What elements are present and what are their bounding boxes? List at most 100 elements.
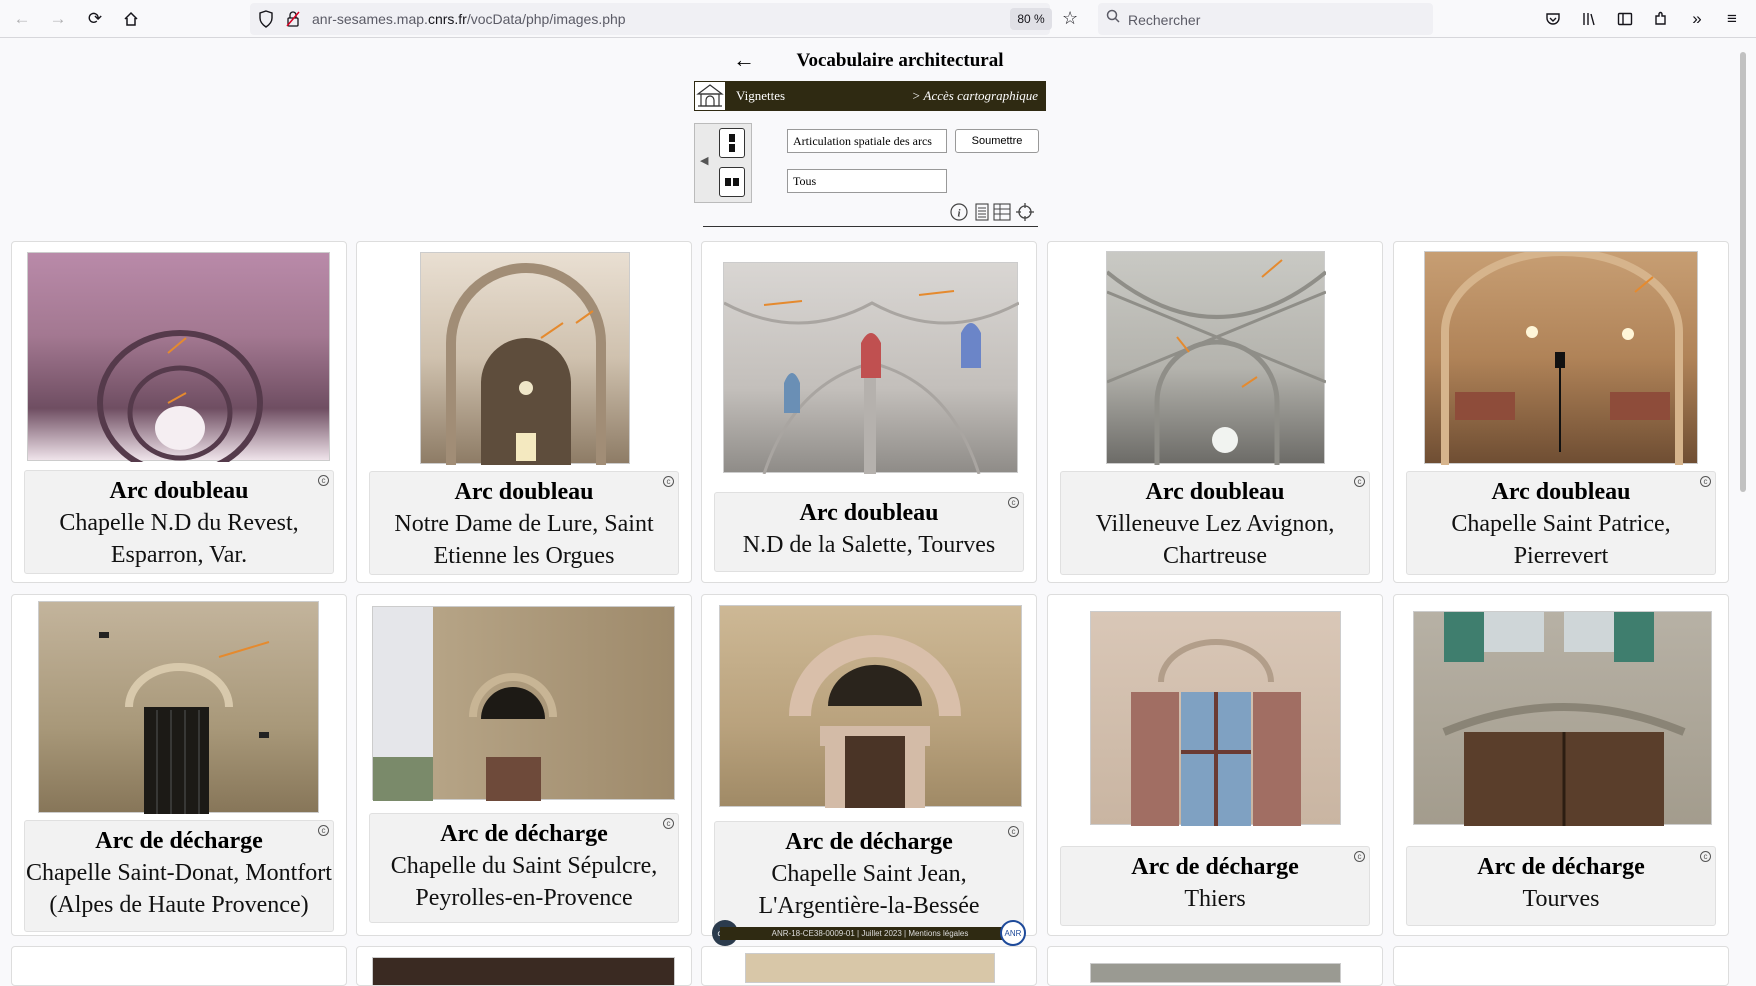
photo-thumbnail[interactable] (1090, 611, 1341, 826)
category-field[interactable]: Articulation spatiale des arcs (787, 129, 947, 153)
photo-thumbnail[interactable] (372, 957, 675, 985)
thumbnails-label[interactable]: Vignettes (736, 88, 785, 104)
card-subtitle: Chapelle du Saint Sépulcre, Peyrolles-en… (390, 853, 658, 911)
photo-thumbnail[interactable] (1105, 251, 1328, 465)
reload-icon[interactable]: ⟳ (81, 5, 109, 33)
search-icon (1106, 9, 1120, 27)
image-card[interactable]: c Arc doubleau Chapelle N.D du Revest, E… (11, 241, 347, 583)
url-bar[interactable]: anr-sesames.map.cnrs.fr/vocData/php/imag… (250, 3, 1078, 35)
copyright-icon[interactable]: c (318, 825, 329, 836)
copyright-icon[interactable]: c (1354, 851, 1365, 862)
image-card[interactable] (1393, 946, 1729, 986)
image-card[interactable]: c Arc de décharge Chapelle Saint-Donat, … (11, 594, 347, 936)
card-title: Arc doubleau (1491, 479, 1631, 505)
insecure-lock-icon[interactable] (286, 11, 300, 32)
browser-toolbar: ← → ⟳ anr-sesames.map.cnrs.fr/vocData/ph… (0, 0, 1756, 38)
copyright-icon[interactable]: c (663, 476, 674, 487)
single-column-view-button[interactable] (719, 128, 745, 158)
zoom-level[interactable]: 80 % (1010, 8, 1052, 30)
page-title: Vocabulaire architectural (796, 50, 1004, 71)
copyright-icon[interactable]: c (663, 818, 674, 829)
submit-button[interactable]: Soumettre (955, 129, 1039, 153)
collapse-triangle-icon[interactable]: ◀ (700, 154, 708, 167)
copyright-icon[interactable]: c (1008, 826, 1019, 837)
library-icon[interactable] (1575, 5, 1603, 33)
locate-crosshair-icon[interactable] (1016, 203, 1034, 221)
card-caption: c Arc de décharge Chapelle du Saint Sépu… (369, 813, 679, 923)
card-title: Arc doubleau (799, 500, 939, 526)
card-subtitle: Chapelle Saint Patrice, Pierrevert (1451, 511, 1671, 569)
copyright-icon[interactable]: c (318, 475, 329, 486)
card-caption: c Arc doubleau Notre Dame de Lure, Saint… (369, 471, 679, 575)
image-card[interactable]: c Arc de décharge Chapelle Saint Jean, L… (701, 594, 1037, 936)
card-subtitle: Villeneuve Lez Avignon, Chartreuse (1095, 511, 1335, 569)
image-card[interactable]: c Arc doubleau Chapelle Saint Patrice, P… (1393, 241, 1729, 583)
card-caption: c Arc de décharge Chapelle Saint Jean, L… (714, 821, 1024, 929)
card-caption: c Arc de décharge Chapelle Saint-Donat, … (24, 820, 334, 932)
image-card[interactable] (11, 946, 347, 986)
info-icon[interactable]: i (950, 203, 968, 221)
copyright-icon[interactable]: c (1700, 476, 1711, 487)
image-card[interactable] (356, 946, 692, 986)
card-subtitle: Thiers (1184, 886, 1246, 912)
page-scrollbar[interactable] (1738, 40, 1748, 968)
card-caption: c Arc doubleau Villeneuve Lez Avignon, C… (1060, 471, 1370, 575)
pocket-icon[interactable] (1539, 5, 1567, 33)
image-card[interactable]: c Arc de décharge Tourves (1393, 594, 1729, 936)
card-title: Arc doubleau (109, 478, 249, 504)
card-caption: c Arc de décharge Tourves (1406, 846, 1716, 926)
photo-thumbnail[interactable] (27, 252, 330, 476)
card-title: Arc doubleau (454, 479, 594, 505)
scroll-thumb[interactable] (1740, 52, 1746, 492)
forward-arrow-icon[interactable]: → (44, 5, 72, 33)
extensions-icon[interactable] (1647, 5, 1675, 33)
back-arrow-icon[interactable]: ← (8, 5, 36, 33)
filter-field[interactable]: Tous (787, 169, 947, 193)
nav-banner: Vignettes > Accès cartographique (694, 81, 1046, 111)
card-subtitle: Chapelle Saint Jean, L'Argentière-la-Bes… (758, 861, 980, 919)
site-logo[interactable] (694, 81, 726, 111)
card-title: Arc de décharge (440, 821, 608, 847)
copyright-icon[interactable]: c (1700, 851, 1711, 862)
sidebar-icon[interactable] (1611, 5, 1639, 33)
footer-bar[interactable]: ANR-18-CE38-0009-01 | Juillet 2023 | Men… (720, 927, 1020, 940)
search-placeholder: Rechercher (1128, 12, 1201, 28)
search-bar[interactable]: Rechercher (1098, 3, 1433, 35)
card-subtitle: Tourves (1522, 886, 1600, 912)
map-access-link[interactable]: > Accès cartographique (912, 88, 1038, 104)
image-card[interactable]: c Arc doubleau Villeneuve Lez Avignon, C… (1047, 241, 1383, 583)
card-title: Arc doubleau (1145, 479, 1285, 505)
menu-icon[interactable]: ≡ (1718, 5, 1746, 33)
photo-thumbnail[interactable] (1090, 963, 1341, 983)
photo-thumbnail[interactable] (745, 953, 995, 983)
photo-thumbnail[interactable] (1413, 611, 1712, 826)
card-subtitle: N.D de la Salette, Tourves (742, 532, 996, 558)
photo-thumbnail[interactable] (719, 605, 1022, 808)
image-card[interactable]: c Arc doubleau N.D de la Salette, Tourve… (701, 241, 1037, 583)
image-card[interactable] (701, 946, 1037, 986)
home-icon[interactable] (117, 5, 145, 33)
card-title: Arc de décharge (1131, 854, 1299, 880)
photo-thumbnail[interactable] (420, 252, 630, 465)
card-caption: c Arc doubleau Chapelle N.D du Revest, E… (24, 470, 334, 574)
image-card[interactable] (1047, 946, 1383, 986)
two-column-view-button[interactable] (719, 167, 745, 197)
copyright-icon[interactable]: c (1354, 476, 1365, 487)
anr-logo[interactable]: ANR (1000, 920, 1026, 946)
image-card[interactable]: c Arc doubleau Notre Dame de Lure, Saint… (356, 241, 692, 583)
shield-icon[interactable] (258, 10, 274, 33)
table-view-icon[interactable] (993, 203, 1011, 221)
card-title: Arc de décharge (95, 828, 263, 854)
bookmark-star-icon[interactable]: ☆ (1062, 8, 1078, 29)
photo-thumbnail[interactable] (1424, 248, 1698, 465)
photo-thumbnail[interactable] (38, 601, 319, 814)
overflow-chevron-icon[interactable]: » (1683, 5, 1711, 33)
photo-thumbnail[interactable] (723, 262, 1020, 475)
card-subtitle: Chapelle N.D du Revest, Esparron, Var. (59, 510, 299, 568)
image-card[interactable]: c Arc de décharge Thiers (1047, 594, 1383, 936)
url-text[interactable]: anr-sesames.map.cnrs.fr/vocData/php/imag… (312, 11, 626, 27)
photo-thumbnail[interactable] (372, 606, 675, 801)
copyright-icon[interactable]: c (1008, 497, 1019, 508)
list-view-icon[interactable] (973, 203, 991, 221)
image-card[interactable]: c Arc de décharge Chapelle du Saint Sépu… (356, 594, 692, 936)
